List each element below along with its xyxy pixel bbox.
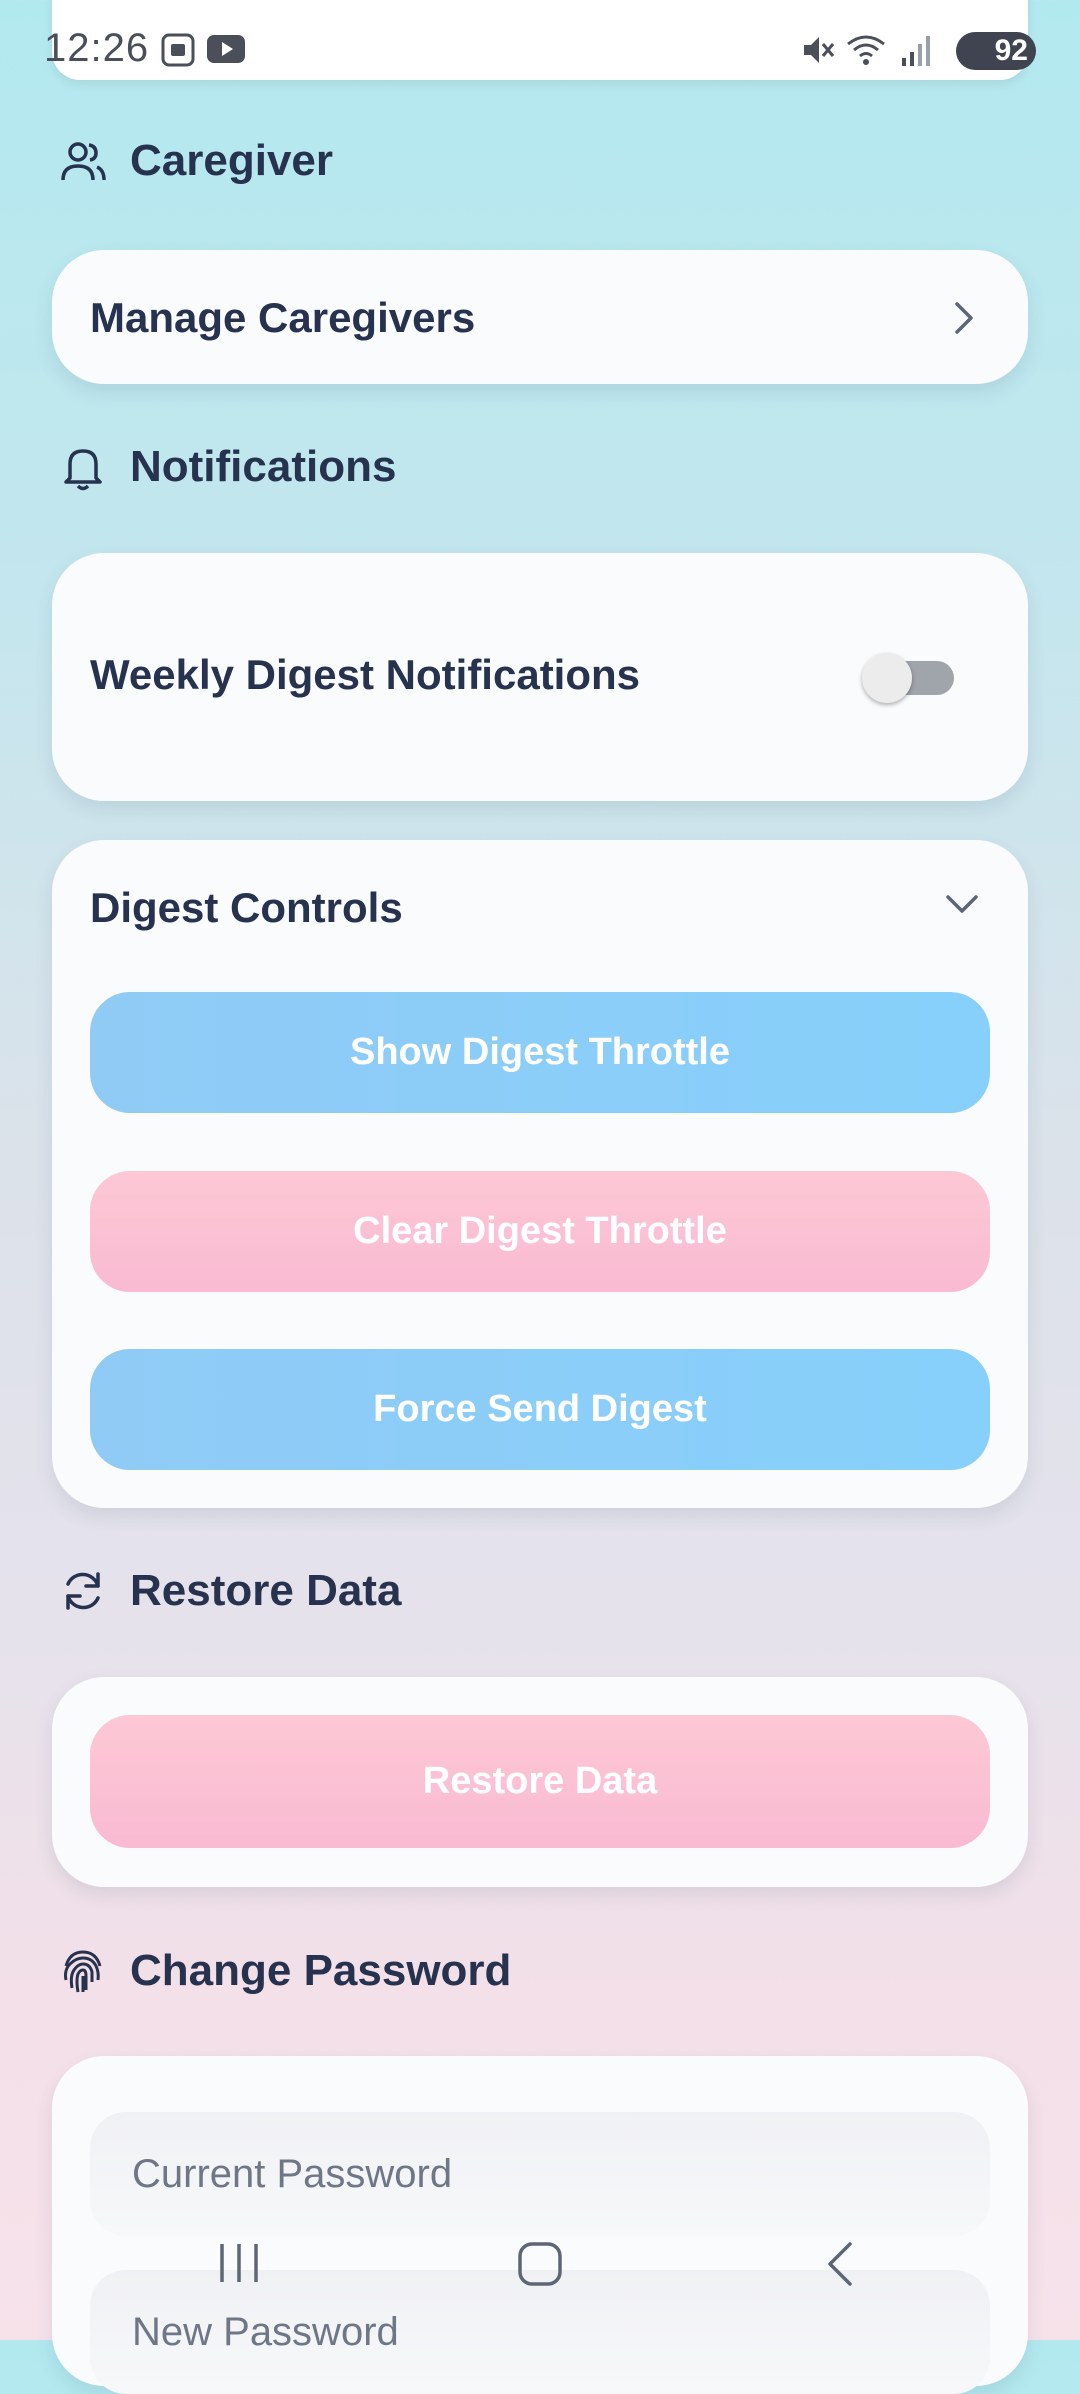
weekly-digest-toggle[interactable]	[862, 651, 958, 703]
back-icon[interactable]	[822, 2240, 858, 2288]
fingerprint-icon	[64, 1950, 102, 1993]
mute-icon	[804, 37, 835, 63]
restore-section-title: Restore Data	[130, 1566, 402, 1615]
manage-caregivers-label: Manage Caregivers	[90, 294, 476, 341]
chevron-down-icon[interactable]	[944, 892, 980, 916]
signal-icon	[902, 36, 930, 66]
battery-indicator: 92	[956, 32, 1036, 70]
battery-level: 92	[994, 34, 1028, 67]
wifi-icon	[847, 35, 885, 65]
restore-data-button[interactable]: Restore Data	[90, 1715, 990, 1848]
home-icon[interactable]	[516, 2240, 564, 2288]
chevron-right-icon	[955, 302, 973, 334]
show-digest-throttle-button[interactable]: Show Digest Throttle	[90, 992, 990, 1113]
status-bar: 12:26 92	[0, 0, 1080, 100]
clear-digest-throttle-button[interactable]: Clear Digest Throttle	[90, 1171, 990, 1292]
restore-section-header: Restore Data	[58, 1566, 401, 1616]
toggle-thumb	[862, 653, 912, 703]
notifications-section-header: Notifications	[58, 442, 396, 492]
current-password-field[interactable]	[90, 2112, 990, 2236]
caregiver-section-title: Caregiver	[130, 136, 334, 185]
current-password-input[interactable]	[90, 2112, 990, 2236]
caregiver-section-header: Caregiver	[58, 136, 333, 186]
notifications-section-title: Notifications	[130, 442, 397, 491]
digest-controls-card: Digest Controls Show Digest Throttle Cle…	[52, 840, 1028, 1508]
recent-apps-icon[interactable]	[214, 2240, 264, 2286]
password-section-title: Change Password	[130, 1946, 512, 1995]
system-nav-bar	[0, 2230, 1080, 2310]
force-send-digest-button[interactable]: Force Send Digest	[90, 1349, 990, 1470]
youtube-icon	[207, 35, 245, 63]
refresh-icon	[66, 1572, 100, 1610]
restore-data-card: Restore Data	[52, 1677, 1028, 1887]
change-password-card	[52, 2056, 1028, 2394]
screenshot-icon	[161, 33, 195, 67]
status-time: 12:26	[44, 26, 150, 70]
manage-caregivers-row[interactable]: Manage Caregivers	[52, 250, 1028, 384]
password-section-header: Change Password	[58, 1946, 511, 1996]
bell-icon	[64, 449, 102, 491]
users-icon	[61, 142, 106, 181]
weekly-digest-label: Weekly Digest Notifications	[90, 651, 641, 698]
digest-controls-title: Digest Controls	[90, 884, 403, 931]
weekly-digest-card: Weekly Digest Notifications	[52, 553, 1028, 801]
